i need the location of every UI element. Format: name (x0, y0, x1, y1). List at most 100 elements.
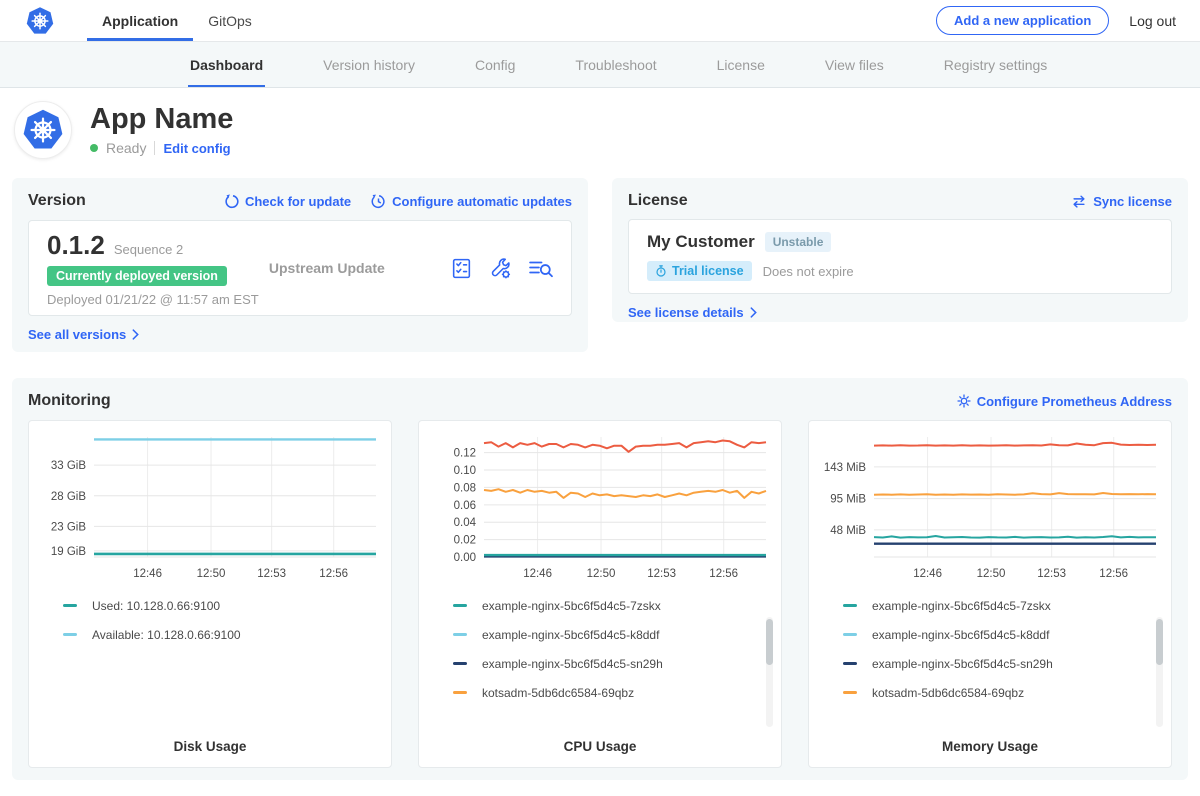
sync-arrows-icon (1071, 194, 1087, 209)
svg-text:12:53: 12:53 (1037, 568, 1066, 580)
tab-view-files[interactable]: View files (823, 42, 886, 87)
app-status-text: Ready (106, 140, 146, 156)
sync-license-label: Sync license (1093, 194, 1172, 209)
legend-label: Used: 10.128.0.66:9100 (92, 599, 220, 613)
preflight-checks-button[interactable] (450, 257, 473, 280)
divider (154, 141, 155, 155)
see-all-versions-link[interactable]: See all versions (28, 327, 139, 342)
kots-admin-console: ApplicationGitOps Add a new application … (0, 0, 1200, 796)
monitoring-head: Monitoring Configure Prometheus Address (28, 392, 1172, 410)
sync-license-link[interactable]: Sync license (1071, 194, 1172, 209)
legend-swatch-icon (453, 691, 467, 694)
memory-usage-legend: example-nginx-5bc6f5d4c5-7zskx example-ng… (843, 591, 1171, 739)
svg-text:0.08: 0.08 (454, 482, 476, 494)
top-nav: ApplicationGitOps Add a new application … (0, 0, 1200, 42)
svg-text:12:56: 12:56 (709, 568, 738, 580)
license-type-row: Trial license Does not expire (647, 261, 1153, 281)
top-tab-application[interactable]: Application (87, 0, 193, 41)
svg-text:12:56: 12:56 (319, 568, 348, 580)
tab-license[interactable]: License (715, 42, 767, 87)
version-action-icons (450, 257, 553, 280)
version-card: Version Check for update (12, 178, 588, 352)
legend-swatch-icon (453, 633, 467, 636)
legend-item: kotsadm-5db6dc6584-69qbz (453, 678, 781, 707)
svg-text:19 GiB: 19 GiB (51, 546, 86, 558)
kubernetes-wheel-icon (21, 108, 65, 152)
cpu-usage-chart-card: 12:4612:5012:5312:560.120.100.080.060.04… (418, 420, 782, 768)
gear-icon (957, 394, 971, 408)
legend-swatch-icon (63, 633, 77, 636)
legend-scrollbar-thumb[interactable] (766, 619, 773, 665)
svg-text:12:50: 12:50 (587, 568, 616, 580)
legend-label: example-nginx-5bc6f5d4c5-7zskx (872, 599, 1051, 613)
legend-scrollbar[interactable] (766, 617, 773, 727)
wrench-gear-icon (489, 257, 512, 280)
svg-text:48 MiB: 48 MiB (830, 525, 866, 537)
legend-scrollbar[interactable] (1156, 617, 1163, 727)
legend-item: example-nginx-5bc6f5d4c5-sn29h (843, 649, 1171, 678)
license-card: License Sync license My Customer Unstabl… (612, 178, 1188, 322)
logs-magnifier-icon (528, 258, 553, 279)
app-status-row: Ready Edit config (90, 140, 233, 156)
see-all-versions-label: See all versions (28, 327, 126, 342)
svg-text:12:56: 12:56 (1099, 568, 1128, 580)
app-title-block: App Name Ready Edit config (90, 104, 233, 157)
legend-item: example-nginx-5bc6f5d4c5-k8ddf (843, 620, 1171, 649)
configure-automatic-updates-link[interactable]: Configure automatic updates (371, 194, 572, 209)
legend-label: example-nginx-5bc6f5d4c5-7zskx (482, 599, 661, 613)
stopwatch-icon (655, 265, 667, 277)
version-card-head: Version Check for update (28, 192, 572, 210)
tab-registry-settings[interactable]: Registry settings (942, 42, 1049, 87)
cards-row: Version Check for update (12, 178, 1188, 352)
configure-prometheus-label: Configure Prometheus Address (977, 394, 1172, 409)
legend-item: Available: 10.128.0.66:9100 (63, 620, 391, 649)
version-card-actions: Check for update Configure automatic upd… (224, 194, 572, 209)
license-type-label: Trial license (672, 264, 744, 278)
cpu-usage-plot: 12:4612:5012:5312:560.120.100.080.060.04… (422, 431, 778, 583)
disk-usage-legend: Used: 10.128.0.66:9100 Available: 10.128.… (63, 591, 391, 739)
refresh-icon (224, 194, 239, 209)
app-name-title: App Name (90, 104, 233, 136)
license-panel: My Customer Unstable Trial license Does … (628, 219, 1172, 294)
cpu-usage-legend: example-nginx-5bc6f5d4c5-7zskx example-ng… (453, 591, 781, 739)
add-application-button[interactable]: Add a new application (936, 6, 1109, 35)
check-for-update-link[interactable]: Check for update (224, 194, 351, 209)
svg-text:23 GiB: 23 GiB (51, 521, 86, 533)
legend-item: example-nginx-5bc6f5d4c5-sn29h (453, 649, 781, 678)
version-number: 0.1.2 (47, 230, 105, 261)
tab-troubleshoot[interactable]: Troubleshoot (573, 42, 658, 87)
legend-swatch-icon (843, 633, 857, 636)
kubernetes-logo-icon[interactable] (25, 6, 55, 36)
svg-text:143 MiB: 143 MiB (824, 462, 867, 474)
legend-item: kotsadm-5db6dc6584-69qbz (843, 678, 1171, 707)
legend-item: example-nginx-5bc6f5d4c5-7zskx (843, 591, 1171, 620)
legend-swatch-icon (843, 662, 857, 665)
edit-config-link[interactable]: Edit config (163, 141, 230, 156)
legend-swatch-icon (453, 662, 467, 665)
see-license-details-link[interactable]: See license details (628, 305, 757, 320)
chevron-right-icon (750, 307, 757, 318)
disk-usage-chart-card: 12:4612:5012:5312:5633 GiB28 GiB23 GiB19… (28, 420, 392, 768)
version-card-title: Version (28, 192, 86, 210)
top-nav-actions: Add a new application Log out (936, 0, 1176, 41)
schedule-update-icon (371, 194, 386, 209)
legend-label: example-nginx-5bc6f5d4c5-sn29h (482, 657, 663, 671)
tab-version-history[interactable]: Version history (321, 42, 417, 87)
legend-scrollbar-thumb[interactable] (1156, 619, 1163, 665)
tab-config[interactable]: Config (473, 42, 517, 87)
svg-text:0.10: 0.10 (454, 465, 476, 477)
top-tab-gitops[interactable]: GitOps (193, 0, 267, 41)
configure-prometheus-link[interactable]: Configure Prometheus Address (957, 394, 1172, 409)
logout-link[interactable]: Log out (1129, 13, 1176, 29)
legend-label: Available: 10.128.0.66:9100 (92, 628, 241, 642)
deploy-logs-button[interactable] (528, 258, 553, 279)
version-sequence: Sequence 2 (114, 242, 183, 257)
tab-dashboard[interactable]: Dashboard (188, 42, 265, 87)
svg-text:12:53: 12:53 (647, 568, 676, 580)
check-for-update-label: Check for update (245, 194, 351, 209)
charts-row: 12:4612:5012:5312:5633 GiB28 GiB23 GiB19… (28, 420, 1172, 768)
svg-text:0.12: 0.12 (454, 448, 476, 460)
chevron-right-icon (132, 329, 139, 340)
legend-label: example-nginx-5bc6f5d4c5-sn29h (872, 657, 1053, 671)
edit-config-values-button[interactable] (489, 257, 512, 280)
